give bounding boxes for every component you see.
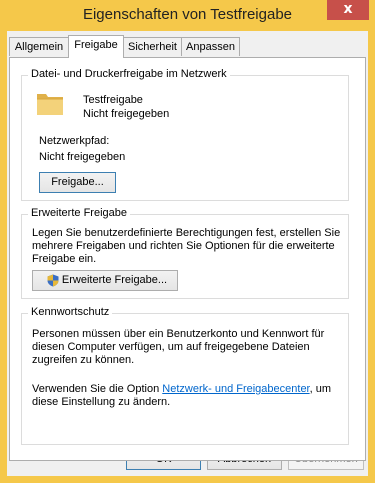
tab-panel-freigabe: Datei- und Druckerfreigabe im Netzwerk T… xyxy=(9,57,366,461)
password-protection-description: Personen müssen über ein Benutzerkonto u… xyxy=(32,328,325,366)
close-button[interactable]: x xyxy=(327,0,369,20)
tab-sicherheit[interactable]: Sicherheit xyxy=(123,37,182,56)
network-path-value: Nicht freigegeben xyxy=(39,151,126,163)
advanced-sharing-button-label: Erweiterte Freigabe... xyxy=(61,274,168,286)
tab-allgemein[interactable]: Allgemein xyxy=(9,37,69,56)
password-option-suffix: , um xyxy=(309,383,332,395)
tab-freigabe[interactable]: Freigabe xyxy=(68,35,124,58)
network-sharing-legend: Datei- und Druckerfreigabe im Netzwerk xyxy=(28,68,230,80)
advanced-sharing-legend: Erweiterte Freigabe xyxy=(28,207,130,219)
dialog-client-area: Allgemein Freigabe Sicherheit Anpassen D… xyxy=(7,31,368,476)
folder-icon xyxy=(37,94,63,115)
share-button[interactable]: Freigabe... xyxy=(39,172,116,193)
advanced-sharing-button[interactable]: Erweiterte Freigabe... xyxy=(32,270,178,291)
password-option-line: Verwenden Sie die Option Netzwerk- und F… xyxy=(32,382,331,396)
properties-window: Eigenschaften von Testfreigabe x Allgeme… xyxy=(0,0,375,483)
password-protection-legend: Kennwortschutz xyxy=(28,306,113,318)
advanced-sharing-description: Legen Sie benutzerdefinierte Berechtigun… xyxy=(32,227,341,265)
network-path-label: Netzwerkpfad: xyxy=(39,135,110,147)
folder-name: Testfreigabe xyxy=(83,94,143,106)
window-title: Eigenschaften von Testfreigabe xyxy=(82,6,293,23)
title-bar[interactable]: Eigenschaften von Testfreigabe x xyxy=(0,0,375,30)
network-sharing-center-link[interactable]: Netzwerk- und Freigabecenter xyxy=(162,383,309,395)
password-option-prefix: Verwenden Sie die Option xyxy=(32,383,163,395)
uac-shield-icon xyxy=(47,274,59,287)
password-option-line-2: diese Einstellung zu ändern. xyxy=(32,396,171,408)
password-protection-group: Kennwortschutz Personen müssen über ein … xyxy=(21,306,349,445)
tab-anpassen[interactable]: Anpassen xyxy=(181,37,240,56)
folder-share-status: Nicht freigegeben xyxy=(83,108,170,120)
advanced-sharing-group: Erweiterte Freigabe Legen Sie benutzerde… xyxy=(21,207,349,299)
network-sharing-group: Datei- und Druckerfreigabe im Netzwerk T… xyxy=(21,68,349,201)
